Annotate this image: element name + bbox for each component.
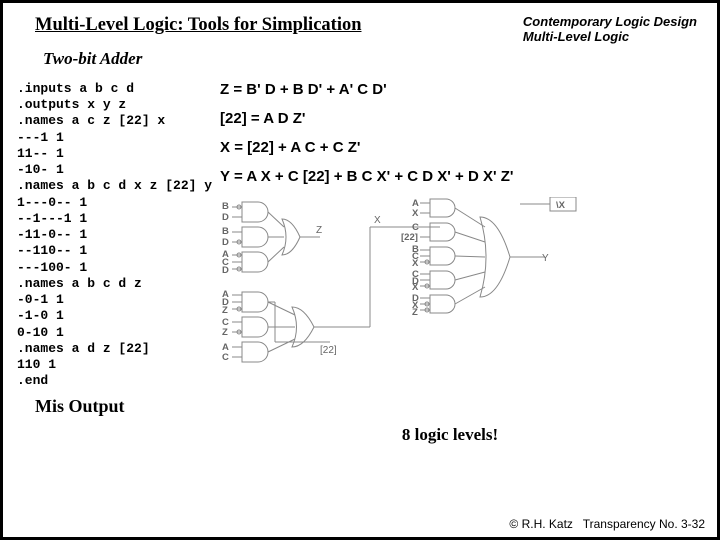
svg-text:B: B bbox=[222, 226, 229, 237]
brand-line1: Contemporary Logic Design bbox=[523, 14, 697, 29]
svg-text:[22]: [22] bbox=[401, 232, 418, 243]
svg-text:Z: Z bbox=[222, 305, 228, 316]
svg-text:Z: Z bbox=[222, 327, 228, 338]
svg-text:D: D bbox=[222, 265, 229, 276]
svg-text:X: X bbox=[374, 215, 381, 226]
equation-t22: [22] = A D Z' bbox=[220, 110, 703, 127]
page-title: Multi-Level Logic: Tools for Simplicatio… bbox=[35, 15, 362, 36]
svg-text:X: X bbox=[412, 258, 419, 269]
equation-x: X = [22] + A C + C Z' bbox=[220, 139, 703, 156]
brand-line2: Multi-Level Logic bbox=[523, 29, 629, 44]
svg-text:D: D bbox=[222, 212, 229, 223]
footer-copyright: © R.H. Katz bbox=[509, 517, 573, 531]
svg-text:B: B bbox=[222, 201, 229, 212]
svg-text:X: X bbox=[412, 282, 419, 293]
svg-text:X: X bbox=[412, 208, 419, 219]
mis-output-label: Mis Output bbox=[35, 396, 703, 417]
svg-text:D: D bbox=[222, 237, 229, 248]
equation-z: Z = B' D + B D' + A' C D' bbox=[220, 81, 703, 98]
svg-text:C: C bbox=[222, 352, 229, 363]
svg-text:Y: Y bbox=[542, 253, 549, 264]
logic-levels-label: 8 logic levels! bbox=[197, 425, 703, 445]
footer-transparency: Transparency No. 3-32 bbox=[583, 517, 705, 531]
brand-block: Contemporary Logic Design Multi-Level Lo… bbox=[523, 15, 697, 45]
netlist-block: .inputs a b c d .outputs x y z .names a … bbox=[17, 81, 212, 390]
logic-diagram: B D B D A C D Z A D Z C Z A C [22] X bbox=[220, 197, 620, 367]
svg-text:Z: Z bbox=[316, 225, 322, 236]
svg-text:Z: Z bbox=[412, 307, 418, 318]
subtitle: Two-bit Adder bbox=[43, 49, 703, 69]
equation-y: Y = A X + C [22] + B C X' + C D X' + D X… bbox=[220, 168, 703, 185]
svg-text:\X: \X bbox=[556, 200, 566, 211]
svg-text:[22]: [22] bbox=[320, 345, 337, 356]
footer: © R.H. Katz Transparency No. 3-32 bbox=[509, 517, 705, 531]
